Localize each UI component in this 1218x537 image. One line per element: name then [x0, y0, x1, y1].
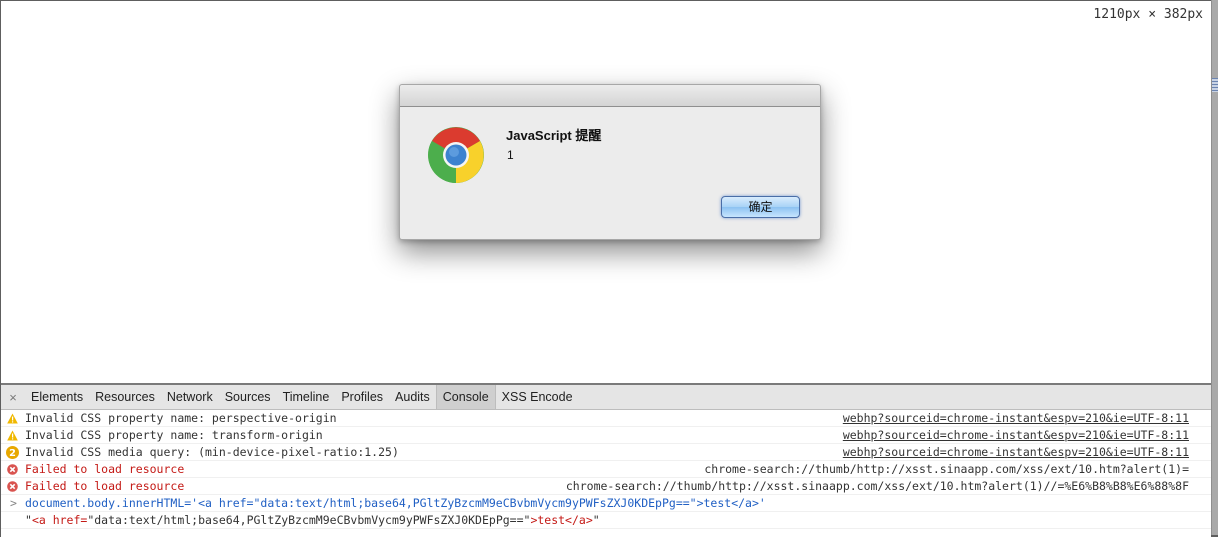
- console-message: Failed to load resource chrome-search://…: [1, 461, 1211, 478]
- close-devtools-icon[interactable]: ×: [1, 390, 25, 405]
- console-result: "<a href="data:text/html;base64,PGltZyBz…: [1, 512, 1211, 529]
- javascript-alert-dialog: JavaScript 提醒 1 确定: [399, 84, 821, 240]
- dialog-titlebar: [400, 85, 820, 107]
- tab-xss-encode[interactable]: XSS Encode: [496, 385, 579, 409]
- tab-timeline[interactable]: Timeline: [277, 385, 336, 409]
- dialog-title: JavaScript 提醒: [506, 128, 602, 143]
- console-source-link[interactable]: webhp?sourceid=chrome-instant&espv=210&i…: [843, 444, 1189, 460]
- tab-audits[interactable]: Audits: [389, 385, 436, 409]
- repeat-count-text: 2: [9, 448, 16, 459]
- console-message-text: Failed to load resource: [25, 462, 185, 476]
- console-message-text: Invalid CSS property name: transform-ori…: [25, 428, 323, 442]
- error-icon: [7, 464, 18, 475]
- dialog-ok-button[interactable]: 确定: [721, 196, 800, 218]
- tab-profiles[interactable]: Profiles: [335, 385, 389, 409]
- error-icon: [7, 481, 18, 492]
- tab-elements[interactable]: Elements: [25, 385, 89, 409]
- console-message: 2 Invalid CSS media query: (min-device-p…: [1, 444, 1211, 461]
- console-message-text: Failed to load resource: [25, 479, 185, 493]
- tab-console[interactable]: Console: [435, 385, 496, 409]
- console-log: Invalid CSS property name: perspective-o…: [1, 410, 1211, 529]
- console-message: Invalid CSS property name: perspective-o…: [1, 410, 1211, 427]
- dialog-message: 1: [507, 148, 514, 162]
- tab-resources[interactable]: Resources: [89, 385, 161, 409]
- viewport-dimensions-label: 1210px × 382px: [1093, 7, 1203, 22]
- warning-icon: [7, 413, 18, 424]
- warning-icon: [7, 430, 18, 441]
- prompt-chevron-icon: >: [10, 496, 17, 510]
- console-input-command: > document.body.innerHTML='<a href="data…: [1, 495, 1211, 512]
- console-command-text: document.body.innerHTML='<a href="data:t…: [25, 496, 766, 510]
- chrome-logo-icon: [428, 127, 484, 183]
- repeat-count-badge: 2: [6, 446, 19, 459]
- resize-grip[interactable]: [1212, 78, 1218, 92]
- console-message-text: Invalid CSS media query: (min-device-pix…: [25, 445, 399, 459]
- tab-network[interactable]: Network: [161, 385, 219, 409]
- console-message: Invalid CSS property name: transform-ori…: [1, 427, 1211, 444]
- console-source-url[interactable]: chrome-search://thumb/http://xsst.sinaap…: [704, 461, 1189, 477]
- console-message-text: Invalid CSS property name: perspective-o…: [25, 411, 337, 425]
- console-source-link[interactable]: webhp?sourceid=chrome-instant&espv=210&i…: [843, 427, 1189, 443]
- devtools-tabbar: × Elements Resources Network Sources Tim…: [1, 385, 1211, 410]
- console-source-url[interactable]: chrome-search://thumb/http://xsst.sinaap…: [566, 478, 1189, 494]
- tab-sources[interactable]: Sources: [219, 385, 277, 409]
- page-viewport: 1210px × 382px JavaScript 提醒 1 确定: [1, 1, 1211, 383]
- console-source-link[interactable]: webhp?sourceid=chrome-instant&espv=210&i…: [843, 410, 1189, 426]
- devtools-panel: × Elements Resources Network Sources Tim…: [1, 383, 1211, 537]
- console-result-text: "<a href="data:text/html;base64,PGltZyBz…: [25, 513, 600, 527]
- console-message: Failed to load resource chrome-search://…: [1, 478, 1211, 495]
